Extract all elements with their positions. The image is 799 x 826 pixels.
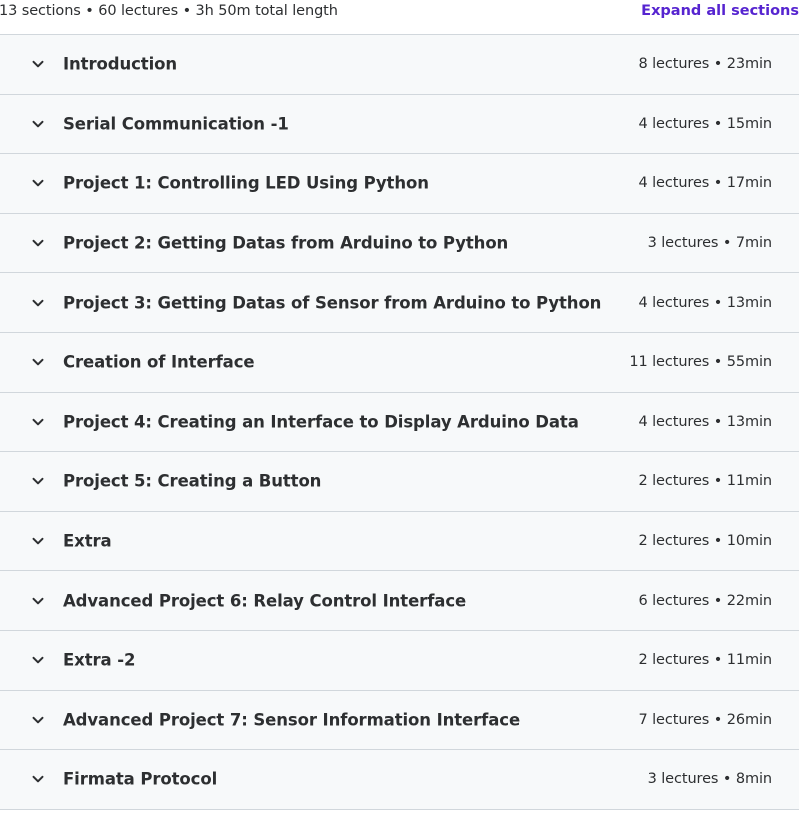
chevron-down-icon: [31, 236, 45, 250]
section-row[interactable]: Project 3: Getting Datas of Sensor from …: [0, 273, 799, 333]
section-meta: 2 lectures • 10min: [638, 533, 772, 550]
section-row[interactable]: Project 4: Creating an Interface to Disp…: [0, 392, 799, 453]
chevron-down-icon: [31, 57, 45, 71]
chevron-down-icon: [31, 653, 45, 667]
section-row[interactable]: Firmata Protocol 3 lectures • 8min: [0, 750, 799, 810]
chevron-down-icon: [31, 713, 45, 727]
section-row[interactable]: Project 1: Controlling LED Using Python …: [0, 154, 799, 214]
section-row[interactable]: Project 5: Creating a Button 2 lectures …: [0, 452, 799, 512]
section-meta: 7 lectures • 26min: [638, 711, 772, 728]
section-meta: 2 lectures • 11min: [638, 473, 772, 490]
chevron-down-icon: [31, 594, 45, 608]
section-row[interactable]: Serial Communication -1 4 lectures • 15m…: [0, 94, 799, 155]
section-meta: 4 lectures • 13min: [638, 294, 772, 311]
section-title: Extra -2: [63, 650, 136, 670]
chevron-down-icon: [31, 772, 45, 786]
section-meta: 11 lectures • 55min: [629, 354, 772, 371]
section-meta: 4 lectures • 17min: [638, 175, 772, 192]
section-meta: 6 lectures • 22min: [638, 592, 772, 609]
section-row[interactable]: Extra -2 2 lectures • 11min: [0, 630, 799, 691]
chevron-down-icon: [31, 474, 45, 488]
curriculum-summary: 13 sections • 60 lectures • 3h 50m total…: [0, 3, 338, 19]
section-meta: 3 lectures • 7min: [647, 235, 772, 252]
section-meta: 2 lectures • 11min: [638, 652, 772, 669]
chevron-down-icon: [31, 415, 45, 429]
section-meta: 4 lectures • 15min: [638, 115, 772, 132]
chevron-down-icon: [31, 355, 45, 369]
section-title: Advanced Project 6: Relay Control Interf…: [63, 591, 467, 611]
section-title: Project 1: Controlling LED Using Python: [63, 173, 429, 193]
section-title: Serial Communication -1: [63, 114, 289, 134]
section-row[interactable]: Extra 2 lectures • 10min: [0, 511, 799, 572]
section-title: Extra: [63, 531, 112, 551]
chevron-down-icon: [31, 117, 45, 131]
section-list: Introduction 8 lectures • 23min Serial C…: [0, 34, 799, 810]
section-title: Project 3: Getting Datas of Sensor from …: [63, 293, 602, 313]
curriculum-summary-bar: 13 sections • 60 lectures • 3h 50m total…: [0, 0, 799, 34]
section-row[interactable]: Project 2: Getting Datas from Arduino to…: [0, 213, 799, 274]
section-title: Project 4: Creating an Interface to Disp…: [63, 412, 579, 432]
section-row[interactable]: Advanced Project 7: Sensor Information I…: [0, 690, 799, 751]
section-meta: 4 lectures • 13min: [638, 413, 772, 430]
expand-all-sections-button[interactable]: Expand all sections: [641, 3, 799, 19]
chevron-down-icon: [31, 534, 45, 548]
section-row[interactable]: Introduction 8 lectures • 23min: [0, 35, 799, 95]
section-title: Advanced Project 7: Sensor Information I…: [63, 710, 521, 730]
section-row[interactable]: Creation of Interface 11 lectures • 55mi…: [0, 332, 799, 393]
section-title: Project 5: Creating a Button: [63, 471, 322, 491]
section-title: Creation of Interface: [63, 352, 255, 372]
section-meta: 8 lectures • 23min: [638, 56, 772, 73]
section-meta: 3 lectures • 8min: [647, 771, 772, 788]
section-title: Introduction: [63, 54, 178, 74]
section-row[interactable]: Advanced Project 6: Relay Control Interf…: [0, 571, 799, 631]
section-title: Firmata Protocol: [63, 769, 218, 789]
section-title: Project 2: Getting Datas from Arduino to…: [63, 233, 509, 253]
chevron-down-icon: [31, 176, 45, 190]
chevron-down-icon: [31, 296, 45, 310]
